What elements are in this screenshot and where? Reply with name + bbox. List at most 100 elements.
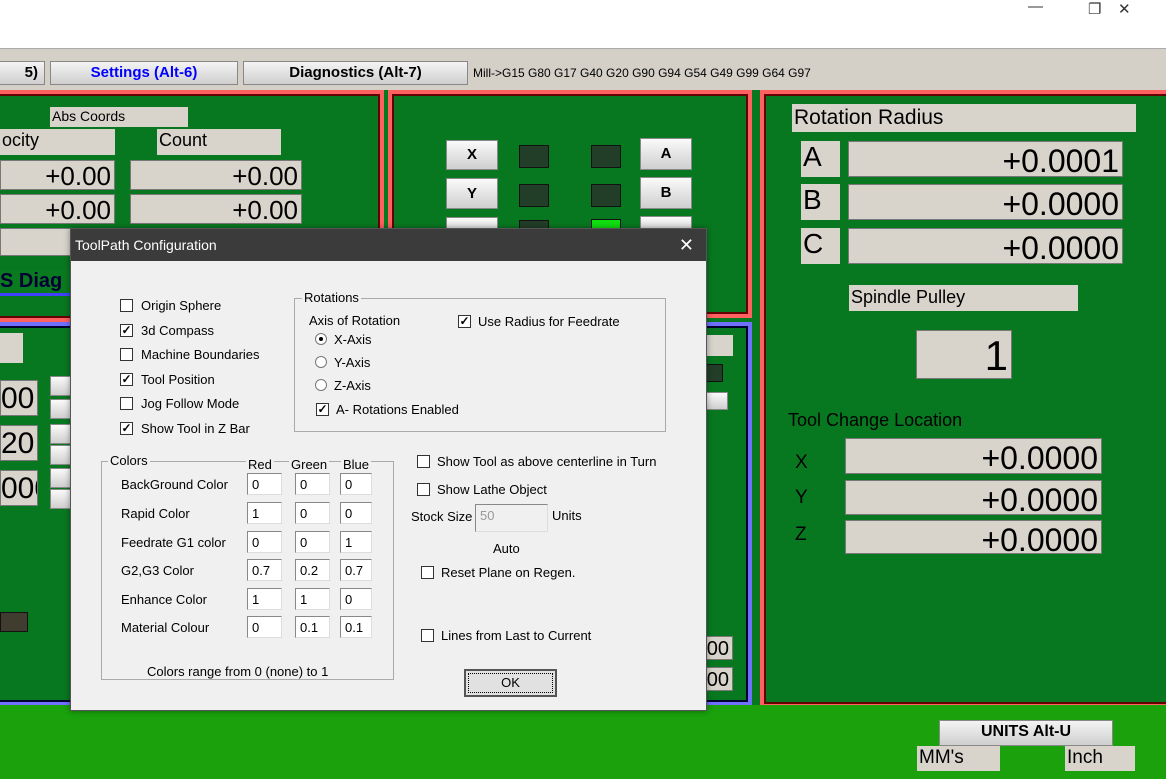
small-button[interactable] <box>50 445 72 465</box>
use-radius-checkbox[interactable]: ✓ <box>458 315 471 328</box>
material-colour-label: Material Colour <box>121 620 210 635</box>
rapid-color-blue-input[interactable]: 0 <box>340 502 372 524</box>
a-axis-button[interactable]: A <box>640 138 692 170</box>
small-button[interactable] <box>50 399 72 419</box>
a-rotations-checkbox[interactable]: ✓ <box>316 403 329 416</box>
tool-y-value: +0.0000 <box>845 480 1102 515</box>
enhance-color-green-input[interactable]: 1 <box>295 588 330 610</box>
background-color-red-input[interactable]: 0 <box>247 473 282 495</box>
lines-last-current-checkbox[interactable] <box>421 629 434 642</box>
tab-settings[interactable]: Settings (Alt-6) <box>50 61 238 85</box>
y-axis-radio[interactable] <box>315 356 327 368</box>
enhance-color-blue-input[interactable]: 0 <box>340 588 372 610</box>
tool-y-label: Y <box>795 487 808 508</box>
feedrate-g1-color-green-input[interactable]: 0 <box>295 531 330 553</box>
z-axis-radio[interactable] <box>315 379 327 391</box>
axis-of-rotation-label: Axis of Rotation <box>309 313 401 328</box>
g2-g3-color-green-input[interactable]: 0.2 <box>295 559 330 581</box>
indicator <box>0 612 28 632</box>
spindle-pulley-value: 1 <box>916 330 1012 379</box>
velocity-value: +0.00 <box>0 160 115 190</box>
small-button[interactable] <box>50 424 72 444</box>
lower-value: 00 <box>0 380 38 416</box>
stock-size-input[interactable]: 50 <box>475 504 548 532</box>
gcode-status: Mill->G15 G80 G17 G40 G20 G90 G94 G54 G4… <box>473 66 811 80</box>
axis-a-label: A <box>801 141 840 177</box>
small-button[interactable] <box>50 468 72 488</box>
ok-label: OK <box>468 673 553 693</box>
origin-sphere-checkbox[interactable] <box>120 299 133 312</box>
restore-button[interactable]: ❐ <box>1088 0 1101 18</box>
minimize-button[interactable]: — <box>1028 0 1043 15</box>
axis-c-radius: +0.0000 <box>848 228 1123 264</box>
machine-boundaries-checkbox[interactable] <box>120 348 133 361</box>
reset-plane-label: Reset Plane on Regen. <box>441 565 576 580</box>
material-colour-green-input[interactable]: 0.1 <box>295 616 330 638</box>
y-axis-button[interactable]: Y <box>446 178 498 209</box>
colors-range-note: Colors range from 0 (none) to 1 <box>147 664 329 679</box>
x-axis-button[interactable]: X <box>446 140 498 170</box>
mid-label <box>705 335 733 356</box>
z-axis-label: Z-Axis <box>334 378 371 393</box>
show-tool-centerline-label: Show Tool as above centerline in Turn <box>437 454 657 469</box>
units-button[interactable]: UNITS Alt-U <box>939 720 1113 746</box>
origin-sphere-label: Origin Sphere <box>141 298 222 313</box>
g2-g3-color-red-input[interactable]: 0.7 <box>247 559 282 581</box>
tool-x-value: +0.0000 <box>845 438 1102 474</box>
enhance-color-red-input[interactable]: 1 <box>247 588 282 610</box>
inch-label: Inch <box>1065 746 1135 771</box>
rotation-radius-label: Rotation Radius <box>792 104 1136 132</box>
b-axis-button[interactable]: B <box>640 177 692 209</box>
x-axis-radio[interactable] <box>315 333 327 345</box>
a-rotations-label: A- Rotations Enabled <box>336 402 459 417</box>
axis-b-radius: +0.0000 <box>848 184 1123 220</box>
colors-group-title: Colors <box>108 453 150 468</box>
tab-diagnostics[interactable]: Diagnostics (Alt-7) <box>243 61 468 85</box>
show-tool-in-z-bar-checkbox[interactable]: ✓ <box>120 422 133 435</box>
mm-label: MM's <box>917 746 1000 771</box>
background-color-label: BackGround Color <box>121 477 228 492</box>
blue-header: Blue <box>341 457 372 472</box>
show-tool-centerline-checkbox[interactable] <box>417 455 430 468</box>
jog-follow-mode-label: Jog Follow Mode <box>141 396 240 411</box>
axis-c-label: C <box>801 228 840 264</box>
material-colour-blue-input[interactable]: 0.1 <box>340 616 372 638</box>
show-lathe-object-checkbox[interactable] <box>417 483 430 496</box>
material-colour-red-input[interactable]: 0 <box>247 616 282 638</box>
axis-a-radius: +0.0001 <box>848 141 1123 177</box>
background-color-green-input[interactable]: 0 <box>295 473 330 495</box>
dialog-close-button[interactable]: ✕ <box>679 229 694 261</box>
mid-button[interactable] <box>705 392 728 410</box>
reset-plane-checkbox[interactable] <box>421 566 434 579</box>
g2-g3-color-label: G2,G3 Color <box>121 563 194 578</box>
y-led-2 <box>591 184 621 207</box>
feedrate-g1-color-blue-input[interactable]: 1 <box>340 531 372 553</box>
small-button[interactable] <box>50 489 72 509</box>
abs-coords-label: Abs Coords <box>50 107 188 127</box>
tool-position-label: Tool Position <box>141 372 215 387</box>
tool-z-label: Z <box>795 524 807 545</box>
feedrate-g1-color-red-input[interactable]: 0 <box>247 531 282 553</box>
count-label: Count <box>157 129 281 155</box>
tool-change-label: Tool Change Location <box>788 410 963 430</box>
x-axis-label: X-Axis <box>334 332 372 347</box>
jog-follow-mode-checkbox[interactable] <box>120 397 133 410</box>
y-axis-label: Y-Axis <box>334 355 371 370</box>
small-button[interactable] <box>50 376 72 396</box>
background-color-blue-input[interactable]: 0 <box>340 473 372 495</box>
stock-size-label: Stock Size <box>411 509 473 524</box>
3d-compass-checkbox[interactable]: ✓ <box>120 324 133 337</box>
tab-prev[interactable]: 5) <box>0 61 45 85</box>
tool-position-checkbox[interactable]: ✓ <box>120 373 133 386</box>
rapid-color-red-input[interactable]: 1 <box>247 502 282 524</box>
auto-label: Auto <box>493 541 520 556</box>
g2-g3-color-blue-input[interactable]: 0.7 <box>340 559 372 581</box>
tool-z-value: +0.0000 <box>845 520 1102 554</box>
close-window-button[interactable]: ✕ <box>1118 0 1131 18</box>
ok-button[interactable]: OK <box>464 669 557 697</box>
velocity-value: +0.00 <box>0 194 115 224</box>
spindle-pulley-label: Spindle Pulley <box>849 285 1078 311</box>
rapid-color-green-input[interactable]: 0 <box>295 502 330 524</box>
diagnostics-label: S Diag <box>0 270 75 296</box>
mid-led <box>705 364 723 382</box>
